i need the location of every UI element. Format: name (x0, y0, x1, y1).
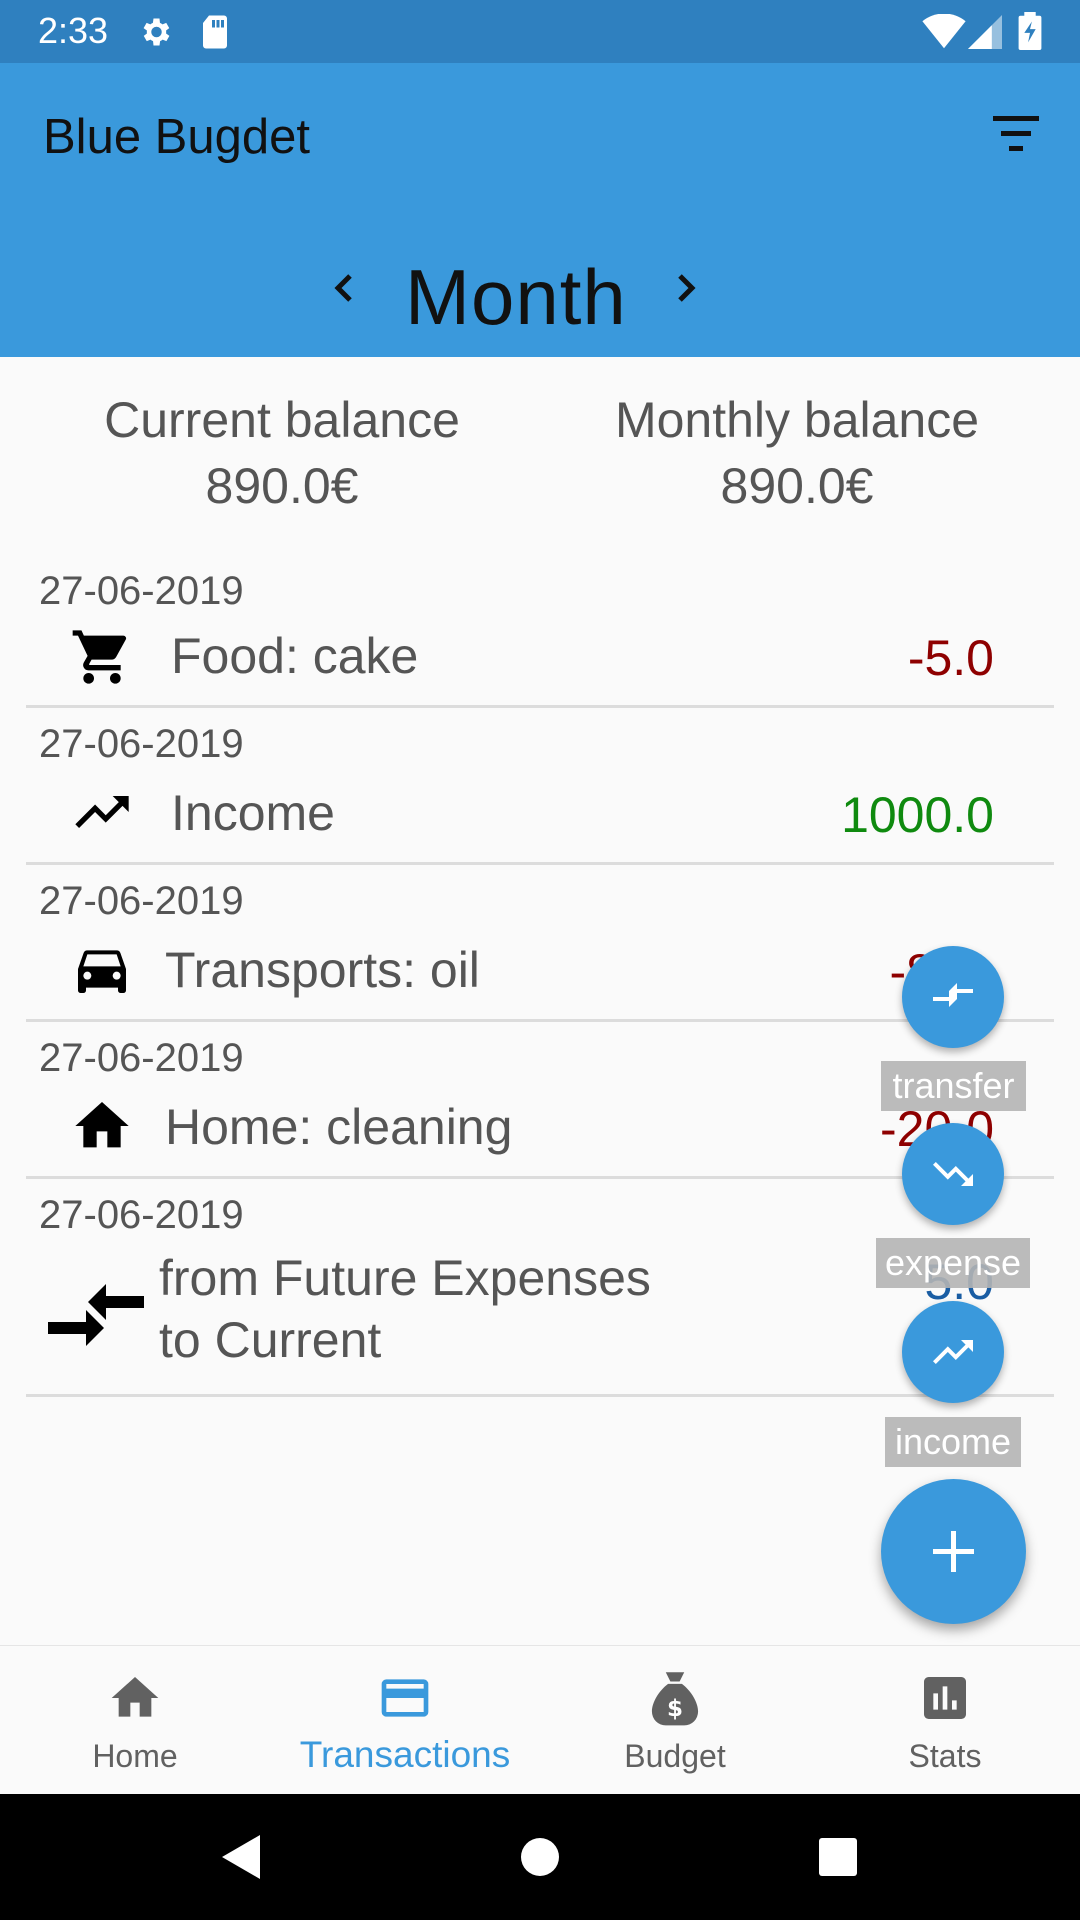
nav-home-label: Home (92, 1738, 178, 1774)
income-fab-label[interactable]: income (885, 1417, 1021, 1467)
home-icon (111, 1677, 159, 1717)
monthly-balance: Monthly balance 890.0€ (527, 387, 1067, 519)
add-transaction-fab[interactable] (881, 1479, 1026, 1624)
transaction-description: Food: cake (171, 628, 419, 684)
current-balance-label: Current balance (104, 392, 460, 448)
transaction-date: 27-06-2019 (39, 722, 244, 766)
previous-period-button[interactable] (320, 238, 370, 338)
transaction-description: Home: cleaning (165, 1099, 513, 1155)
transfer-fab-label[interactable]: transfer (881, 1061, 1026, 1111)
trending-up-icon (933, 1340, 973, 1364)
transaction-amount: -5.0 (907, 630, 994, 686)
transaction-row[interactable]: 27-06-2019 from Future Expenses to Curre… (26, 1179, 1054, 1397)
current-balance: Current balance 890.0€ (12, 387, 552, 519)
nav-budget[interactable]: $ Budget (540, 1646, 810, 1795)
settings-icon (143, 18, 170, 46)
plus-icon (933, 1531, 974, 1572)
app-title: Blue Bugdet (43, 110, 310, 164)
nav-home[interactable]: Home (0, 1646, 270, 1795)
income-fab[interactable] (902, 1301, 1004, 1403)
trending-up-icon (75, 796, 129, 828)
transaction-date: 27-06-2019 (39, 1193, 244, 1237)
transaction-description: Income (171, 785, 335, 841)
trending-down-icon (933, 1162, 973, 1186)
bottom-navigation: Home Transactions $ Budget Stats (0, 1645, 1080, 1794)
period-label: Month (405, 253, 627, 341)
status-bar: 2:33 (0, 0, 1080, 63)
wifi-icon (922, 14, 966, 49)
home-icon (75, 1102, 129, 1148)
chevron-right-icon (678, 274, 696, 302)
money-bag-icon: $ (651, 1672, 699, 1726)
nav-stats[interactable]: Stats (810, 1646, 1080, 1795)
transaction-row[interactable]: 27-06-2019 Food: cake -5.0 (26, 563, 1054, 708)
next-period-button[interactable] (660, 238, 710, 338)
transaction-row[interactable]: 27-06-2019 Income 1000.0 (26, 708, 1054, 865)
shopping-cart-icon (72, 630, 127, 684)
transfer-fab[interactable] (902, 946, 1004, 1048)
sd-card-icon (203, 15, 227, 49)
transaction-amount: 1000.0 (841, 787, 994, 843)
transaction-date: 27-06-2019 (39, 879, 244, 923)
transaction-date: 27-06-2019 (39, 569, 244, 613)
system-navigation-bar (0, 1794, 1080, 1920)
current-balance-value: 890.0€ (205, 458, 359, 514)
nav-stats-label: Stats (908, 1738, 982, 1774)
home-circle-icon[interactable] (510, 1827, 570, 1887)
transaction-description: Transports: oil (165, 942, 480, 998)
nav-transactions[interactable]: Transactions (270, 1646, 540, 1795)
transfer-icon (48, 1284, 144, 1346)
expense-fab[interactable] (902, 1123, 1004, 1225)
transaction-description-line1: from Future Expenses (159, 1250, 651, 1306)
bar-chart-icon (924, 1677, 966, 1719)
status-time: 2:33 (38, 10, 109, 51)
filter-icon (993, 116, 1039, 151)
recents-icon[interactable] (808, 1827, 868, 1887)
transaction-description-line2: to Current (159, 1312, 382, 1368)
car-icon (78, 950, 126, 993)
period-selector: Month (320, 238, 720, 341)
monthly-balance-label: Monthly balance (614, 392, 980, 448)
svg-text:$: $ (667, 1696, 683, 1722)
signal-icon (968, 15, 1002, 49)
app-bar: Blue Bugdet Month (0, 63, 1080, 357)
transaction-row[interactable]: 27-06-2019 Transports: oil -8 (26, 865, 1054, 1022)
filter-button[interactable] (985, 110, 1047, 158)
battery-icon (1018, 12, 1042, 50)
transfer-icon (933, 983, 973, 1007)
chevron-left-icon (334, 274, 352, 302)
transaction-description: from Future Expenses to Current (159, 1247, 651, 1371)
nav-budget-label: Budget (624, 1738, 726, 1774)
back-icon[interactable] (210, 1827, 270, 1887)
expense-fab-label[interactable]: expense (876, 1238, 1030, 1288)
monthly-balance-value: 890.0€ (720, 458, 874, 514)
nav-transactions-label: Transactions (299, 1734, 511, 1775)
transaction-date: 27-06-2019 (39, 1036, 244, 1080)
credit-card-icon (381, 1679, 429, 1717)
balances-summary: Current balance 890.0€ Monthly balance 8… (0, 387, 1080, 527)
